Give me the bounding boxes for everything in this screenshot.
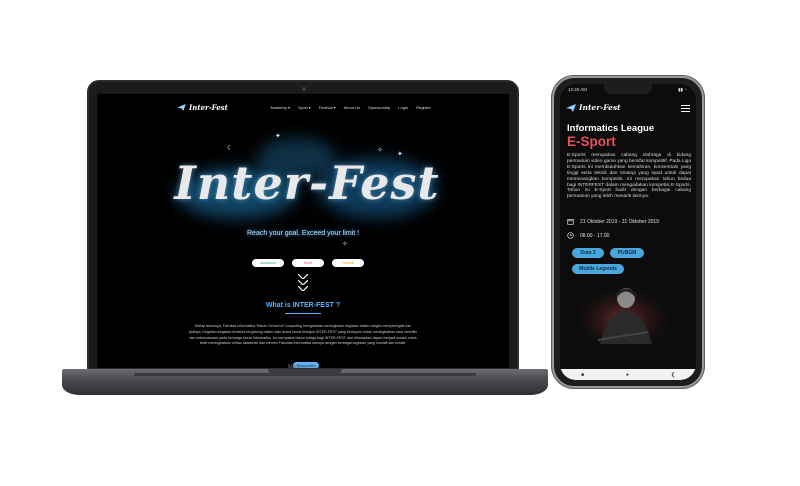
nav-links: Academy ▾ Sport ▾ Festival ▾ About Us Sp…: [270, 105, 431, 110]
star-icon: ✦: [275, 133, 281, 140]
chevron-down-icon: [298, 280, 308, 285]
pill-sport[interactable]: Sport: [292, 259, 324, 267]
phone-mockup: 12:40 AM ▮▮ ◔ Inter-Fest Informatics Lea…: [552, 76, 704, 388]
gamer-illustration: [578, 282, 668, 344]
game-chip-dota[interactable]: Dota 2: [572, 248, 604, 258]
time-row: 08.00 - 17.00: [567, 232, 609, 239]
clock-icon: [567, 232, 574, 239]
event-time: 08.00 - 17.00: [580, 232, 610, 239]
star-icon: ✧: [377, 147, 383, 154]
hero-banner: ✦ ☾ ✧ ✦ ✧ Inter-Fest Reach your goal, Ex…: [167, 128, 447, 248]
paper-plane-icon: [566, 103, 576, 112]
event-date: 21 Oktober 2019 - 31 Oktober 2019: [580, 218, 659, 225]
logo-text: Inter-Fest: [189, 103, 228, 112]
chip-label: Dota 2: [580, 250, 596, 256]
section-title: What is INTER-FEST ?: [265, 302, 341, 309]
nav-register[interactable]: Register: [416, 105, 431, 110]
home-icon[interactable]: ●: [626, 372, 629, 378]
site-navbar: Inter-Fest Academy ▾ Sport ▾ Festival ▾ …: [97, 94, 509, 118]
back-icon[interactable]: ❮: [671, 372, 675, 378]
chevron-down-icon: [298, 286, 308, 291]
game-chip-pubgm[interactable]: PUBGM: [610, 248, 644, 258]
date-row: 21 Oktober 2019 - 31 Oktober 2019: [567, 218, 659, 225]
logo-text: Inter-Fest: [579, 103, 621, 112]
menu-icon[interactable]: [681, 105, 690, 112]
pill-label: Academic: [260, 261, 276, 265]
chevron-down-icon[interactable]: [298, 274, 308, 279]
category-pills: Academic Sport Festival: [252, 259, 364, 267]
battery-icon: ▮▮ ◔: [678, 87, 687, 92]
phone-logo[interactable]: Inter-Fest: [566, 103, 621, 112]
game-chip-mobile-legends[interactable]: Mobile Legends: [572, 264, 624, 274]
pill-academic[interactable]: Academic: [252, 259, 284, 267]
camera-dot: [302, 87, 306, 91]
laptop-screen: Inter-Fest Academy ▾ Sport ▾ Festival ▾ …: [97, 94, 509, 368]
nav-sponsorship[interactable]: Sponsorship: [368, 105, 390, 110]
star-icon: ✧: [342, 241, 348, 248]
pill-festival[interactable]: Festival: [332, 259, 364, 267]
chip-label: PUBGM: [617, 250, 637, 256]
about-paragraph: Setiap tahunnya, Fakultas Informatika Te…: [189, 324, 417, 346]
nav-festival[interactable]: Festival ▾: [319, 105, 336, 110]
paper-plane-icon: [177, 104, 186, 111]
laptop-base: [62, 369, 548, 395]
pill-label: Festival: [341, 261, 355, 265]
section-underline: [285, 313, 321, 314]
league-heading: Informatics League: [567, 123, 655, 134]
phone-header: Inter-Fest: [560, 96, 696, 118]
recents-icon[interactable]: ■: [581, 372, 584, 378]
chip-label: Mobile Legends: [579, 266, 617, 272]
phone-screen: 12:40 AM ▮▮ ◔ Inter-Fest Informatics Lea…: [560, 84, 696, 380]
page-title: E-Sport: [567, 134, 616, 149]
hero-title: Inter-Fest: [174, 156, 440, 210]
phone-notch: [604, 84, 652, 94]
trackpad-notch: [268, 369, 342, 374]
hero-tagline: Reach your goal, Exceed your limit !: [247, 230, 360, 237]
laptop-lid: Inter-Fest Academy ▾ Sport ▾ Festival ▾ …: [87, 80, 519, 370]
status-time: 12:40 AM: [568, 87, 588, 92]
calendar-icon: [567, 219, 574, 225]
nav-sport[interactable]: Sport ▾: [298, 105, 311, 110]
moon-icon: ☾: [227, 145, 234, 152]
esport-description: E-Sports merupakan cabang olahraga di bi…: [567, 153, 691, 200]
nav-academy[interactable]: Academy ▾: [270, 105, 290, 110]
nav-about[interactable]: About Us: [344, 105, 360, 110]
android-nav-bar: ■ ● ❮: [560, 369, 696, 380]
pill-label: Sport: [303, 261, 313, 265]
site-logo[interactable]: Inter-Fest: [177, 103, 228, 112]
nav-login[interactable]: Login: [398, 105, 408, 110]
